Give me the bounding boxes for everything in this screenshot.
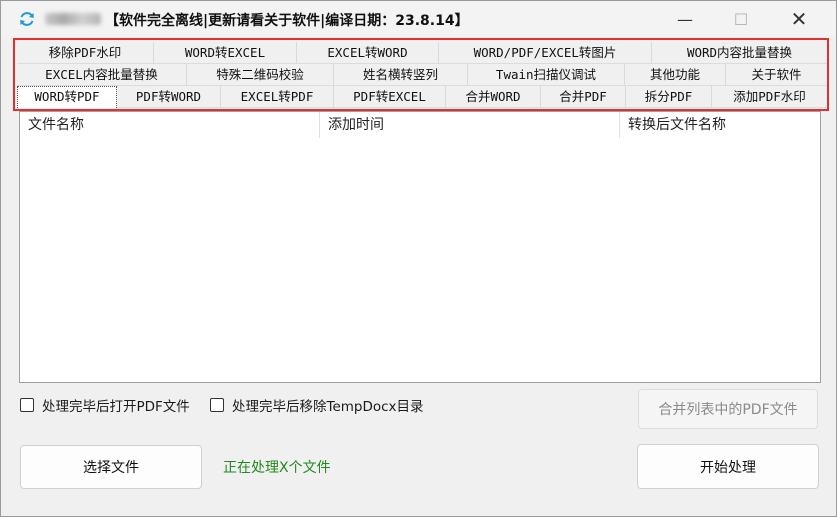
close-button[interactable]: ✕ — [771, 1, 827, 37]
tab-split-pdf[interactable]: 拆分PDF — [626, 86, 712, 108]
tab-row-1: 移除PDF水印 WORD转EXCEL EXCEL转WORD WORD/PDF/E… — [17, 42, 827, 64]
tab-add-pdf-watermark[interactable]: 添加PDF水印 — [712, 86, 827, 108]
start-button[interactable]: 开始处理 — [637, 444, 819, 489]
title-bar: 【软件完全离线|更新请看关于软件|编译日期：23.8.14】 — ☐ ✕ — [1, 1, 836, 37]
tab-twain-scanner[interactable]: Twain扫描仪调试 — [468, 64, 625, 86]
column-converted-name[interactable]: 转换后文件名称 — [620, 112, 820, 138]
tab-word-to-pdf[interactable]: WORD转PDF — [17, 86, 117, 108]
tab-pdf-to-word[interactable]: PDF转WORD — [117, 86, 221, 108]
tab-remove-pdf-watermark[interactable]: 移除PDF水印 — [17, 42, 154, 64]
tab-name-transpose[interactable]: 姓名横转竖列 — [334, 64, 468, 86]
file-list-header: 文件名称 添加时间 转换后文件名称 — [20, 112, 820, 138]
open-pdf-after-checkbox[interactable] — [20, 398, 34, 412]
app-window: 【软件完全离线|更新请看关于软件|编译日期：23.8.14】 — ☐ ✕ 移除P… — [0, 0, 837, 517]
select-files-button[interactable]: 选择文件 — [20, 445, 202, 489]
file-list[interactable]: 文件名称 添加时间 转换后文件名称 — [19, 111, 821, 383]
minimize-button[interactable]: — — [657, 1, 713, 37]
tab-merge-word[interactable]: 合并WORD — [446, 86, 541, 108]
merge-pdf-button[interactable]: 合并列表中的PDF文件 — [638, 389, 818, 429]
tab-word-batch-replace[interactable]: WORD内容批量替换 — [652, 42, 827, 64]
open-pdf-after-option[interactable]: 处理完毕后打开PDF文件 — [20, 395, 190, 415]
tab-about[interactable]: 关于软件 — [726, 64, 827, 86]
column-file-name[interactable]: 文件名称 — [20, 112, 320, 138]
tab-excel-batch-replace[interactable]: EXCEL内容批量替换 — [17, 64, 187, 86]
tab-other-functions[interactable]: 其他功能 — [625, 64, 726, 86]
open-pdf-after-label: 处理完毕后打开PDF文件 — [42, 399, 190, 415]
status-text: 正在处理X个文件 — [223, 460, 331, 476]
window-title: 【软件完全离线|更新请看关于软件|编译日期：23.8.14】 — [105, 13, 469, 29]
tab-row-2: EXCEL内容批量替换 特殊二维码校验 姓名横转竖列 Twain扫描仪调试 其他… — [17, 64, 827, 86]
remove-temp-dir-option[interactable]: 处理完毕后移除TempDocx目录 — [210, 395, 424, 415]
tab-excel-to-pdf[interactable]: EXCEL转PDF — [221, 86, 334, 108]
remove-temp-dir-label: 处理完毕后移除TempDocx目录 — [232, 399, 424, 415]
tab-to-image[interactable]: WORD/PDF/EXCEL转图片 — [439, 42, 652, 64]
tab-pdf-to-excel[interactable]: PDF转EXCEL — [334, 86, 446, 108]
remove-temp-dir-checkbox[interactable] — [210, 398, 224, 412]
maximize-button[interactable]: ☐ — [713, 1, 769, 37]
app-name-blurred — [45, 13, 101, 25]
tab-excel-to-word[interactable]: EXCEL转WORD — [297, 42, 439, 64]
refresh-icon — [20, 12, 34, 26]
tab-row-3: WORD转PDF PDF转WORD EXCEL转PDF PDF转EXCEL 合并… — [17, 86, 827, 108]
tab-word-to-excel[interactable]: WORD转EXCEL — [154, 42, 297, 64]
function-tabs: 移除PDF水印 WORD转EXCEL EXCEL转WORD WORD/PDF/E… — [13, 38, 829, 111]
tab-qrcode-check[interactable]: 特殊二维码校验 — [187, 64, 334, 86]
column-added-time[interactable]: 添加时间 — [320, 112, 620, 138]
tab-merge-pdf[interactable]: 合并PDF — [541, 86, 626, 108]
